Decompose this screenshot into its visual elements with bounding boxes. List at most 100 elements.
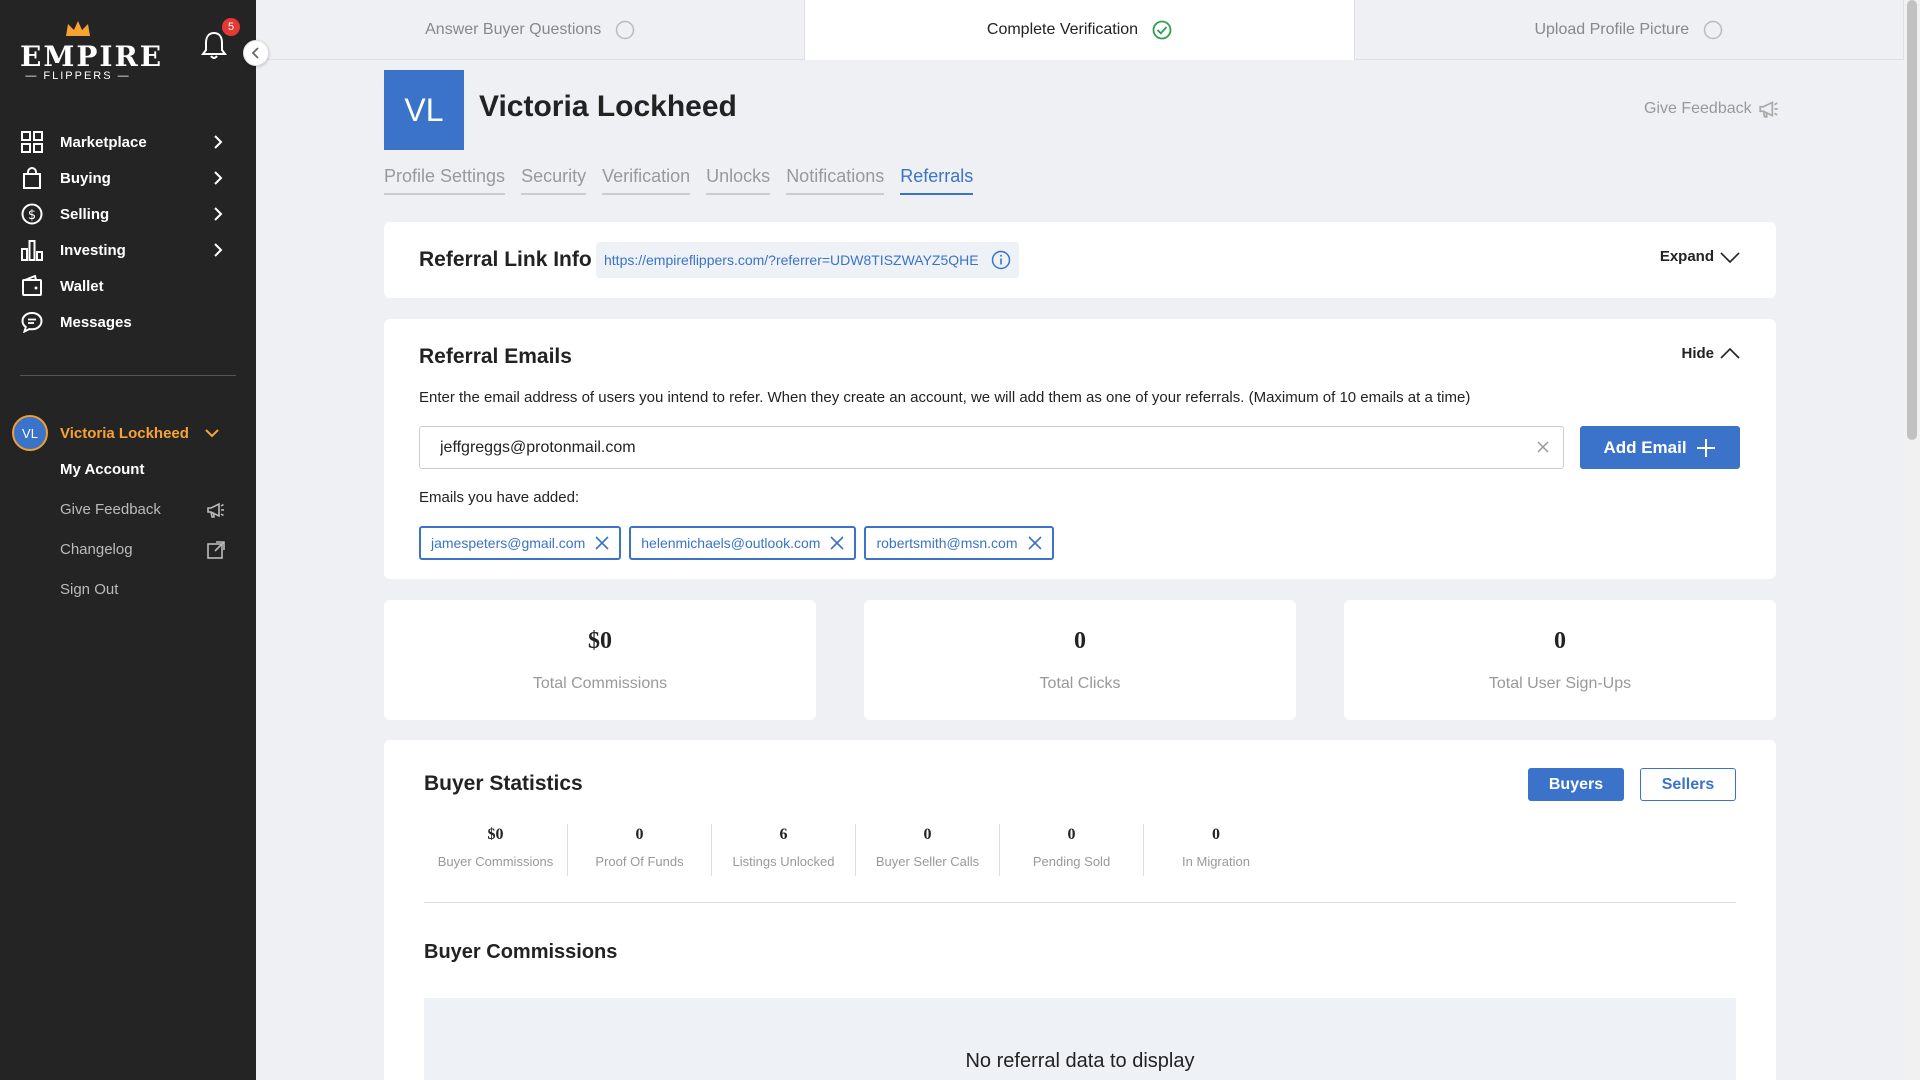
tab-unlocks[interactable]: Unlocks: [706, 166, 771, 195]
profile-tabs: Profile Settings Security Verification U…: [384, 166, 989, 195]
nav-label: Messages: [60, 313, 132, 331]
stat-label: Total Commissions: [532, 675, 668, 692]
nav-item-wallet[interactable]: Wallet: [0, 268, 256, 304]
step-complete-verification[interactable]: Complete Verification: [805, 0, 1355, 60]
buyer-stat-value: $0: [487, 826, 504, 843]
buyer-stat-label: In Migration: [1182, 854, 1250, 869]
dollar-circle-icon: $: [20, 202, 44, 226]
email-chip: robertsmith@msn.com: [864, 526, 1054, 560]
hide-button[interactable]: Hide: [1681, 345, 1740, 362]
buyer-stat-label: Listings Unlocked: [732, 854, 835, 869]
buyer-statistics-card: Buyer Statistics Buyers Sellers $0 Buyer …: [384, 740, 1776, 1080]
user-menu-toggle[interactable]: VL Victoria Lockheed: [12, 415, 248, 451]
step-label: Complete Verification: [986, 21, 1139, 38]
step-answer-buyer-questions[interactable]: Answer Buyer Questions: [256, 0, 806, 60]
give-feedback-link[interactable]: Give Feedback: [1644, 98, 1780, 120]
add-email-button[interactable]: Add Email: [1580, 426, 1740, 469]
buyer-stat-label: Proof Of Funds: [595, 854, 684, 869]
referral-emails-description: Enter the email address of users you int…: [419, 389, 1471, 406]
check-circle-icon: [1152, 20, 1172, 40]
expand-label: Expand: [1659, 248, 1714, 265]
empty-state: No referral data to display: [424, 998, 1736, 1080]
sellers-toggle-button[interactable]: Sellers: [1640, 768, 1736, 801]
scrollbar-thumb[interactable]: [1907, 0, 1917, 440]
chevron-down-icon: [1720, 251, 1740, 263]
sidebar-divider: [20, 375, 236, 376]
added-emails-list: jamespeters@gmail.com helenmichaels@outl…: [419, 526, 1062, 560]
email-field[interactable]: [419, 426, 1564, 469]
tab-verification[interactable]: Verification: [602, 166, 691, 195]
stat-value: $0: [588, 628, 612, 654]
nav-item-buying[interactable]: Buying: [0, 160, 256, 196]
remove-email-icon[interactable]: [830, 536, 845, 550]
buyer-stat-value: 0: [635, 826, 644, 843]
empty-circle-icon: [615, 20, 635, 39]
email-chip-text: robertsmith@msn.com: [876, 535, 1018, 551]
tab-profile-settings[interactable]: Profile Settings: [384, 166, 506, 195]
info-icon[interactable]: [991, 250, 1011, 270]
nav-item-messages[interactable]: Messages: [0, 304, 256, 340]
tab-security[interactable]: Security: [521, 166, 587, 195]
plus-icon: [1696, 438, 1715, 457]
remove-email-icon[interactable]: [1027, 536, 1042, 550]
buyer-stat: 0 Proof Of Funds: [568, 824, 712, 876]
chevron-right-icon: [214, 243, 223, 257]
chevron-right-icon: [214, 135, 223, 149]
chevron-right-icon: [214, 171, 223, 185]
wallet-icon: [20, 274, 44, 298]
page-scrollbar[interactable]: [1904, 0, 1920, 1080]
stat-label: Total User Sign-Ups: [1488, 675, 1632, 692]
stat-value: 0: [1554, 628, 1566, 654]
stat-label: Total Clicks: [1039, 675, 1121, 692]
total-commissions-card: $0 Total Commissions: [384, 600, 816, 720]
menu-changelog[interactable]: Changelog: [60, 541, 133, 558]
give-feedback-label: Give Feedback: [1644, 100, 1752, 117]
step-upload-profile-picture[interactable]: Upload Profile Picture: [1354, 0, 1904, 60]
referral-url[interactable]: https://empireflippers.com/?referrer=UDW…: [596, 242, 1019, 278]
avatar: VL: [12, 415, 48, 451]
buyer-stat-value: 0: [1067, 826, 1076, 843]
buyer-stat-label: Buyer Commissions: [437, 854, 554, 869]
hide-label: Hide: [1681, 345, 1714, 362]
buyers-toggle-button[interactable]: Buyers: [1528, 768, 1624, 801]
grid-icon: [20, 130, 44, 154]
step-label: Upload Profile Picture: [1534, 20, 1690, 38]
buyer-commissions-title: Buyer Commissions: [424, 941, 618, 963]
megaphone-icon: [1758, 100, 1778, 118]
crown-icon: [66, 21, 90, 36]
tab-notifications[interactable]: Notifications: [786, 166, 885, 195]
referral-emails-card: Referral Emails Hide Enter the email add…: [384, 319, 1776, 579]
nav-item-marketplace[interactable]: Marketplace: [0, 124, 256, 160]
buyer-stat: 0 Pending Sold: [1000, 824, 1144, 876]
empire-flippers-logo[interactable]: EMPIRE — FLIPPERS —: [20, 20, 164, 82]
bell-icon[interactable]: [200, 30, 228, 60]
logo-text: EMPIRE: [20, 40, 164, 73]
menu-sign-out[interactable]: Sign Out: [60, 581, 118, 598]
referral-link-title: Referral Link Info: [419, 248, 592, 271]
stat-value: 0: [1074, 628, 1086, 654]
nav-label: Wallet: [60, 277, 104, 295]
chevron-up-icon: [1720, 347, 1740, 359]
nav-label: Selling: [60, 205, 110, 223]
nav-item-selling[interactable]: $ Selling: [0, 196, 256, 232]
page-title: Victoria Lockheed: [479, 90, 737, 123]
external-link-icon: [207, 541, 225, 559]
clear-input-icon[interactable]: [1536, 440, 1550, 454]
expand-button[interactable]: Expand: [1660, 248, 1740, 265]
buyer-stats-row: $0 Buyer Commissions 0 Proof Of Funds 6 Lis…: [424, 824, 1288, 876]
nav-item-investing[interactable]: Investing: [0, 232, 256, 268]
chevron-down-icon: [205, 429, 219, 438]
buyer-stat: 6 Listings Unlocked: [712, 824, 856, 876]
buyer-stat-label: Buyer Seller Calls: [875, 854, 980, 869]
tab-referrals[interactable]: Referrals: [900, 166, 974, 195]
menu-my-account[interactable]: My Account: [60, 461, 144, 478]
profile-avatar: VL: [384, 70, 464, 150]
chat-icon: [20, 310, 44, 334]
menu-give-feedback[interactable]: Give Feedback: [60, 501, 161, 518]
user-name: Victoria Lockheed: [60, 424, 189, 442]
remove-email-icon[interactable]: [595, 536, 609, 550]
email-chip: jamespeters@gmail.com: [419, 526, 622, 560]
collapse-sidebar-button[interactable]: [243, 40, 269, 66]
buyer-stat-value: 0: [923, 826, 932, 843]
add-email-label: Add Email: [1603, 437, 1687, 457]
